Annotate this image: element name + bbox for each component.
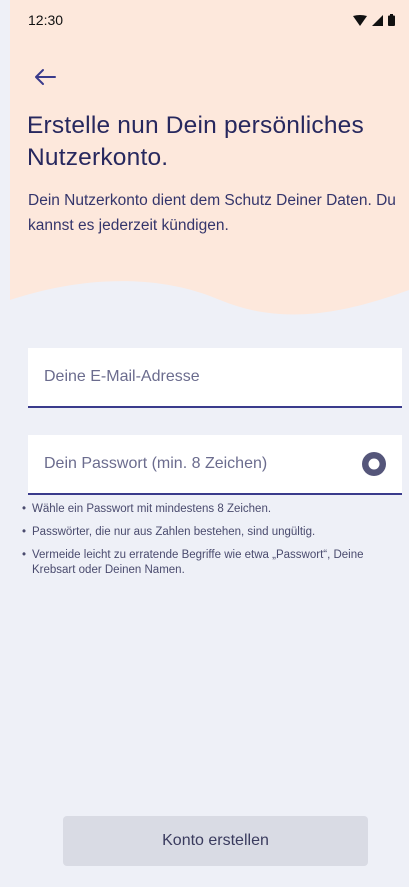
arrow-left-icon bbox=[35, 69, 56, 85]
create-account-button[interactable]: Konto erstellen bbox=[63, 816, 368, 866]
status-time: 12:30 bbox=[28, 12, 64, 28]
page-subtitle: Dein Nutzerkonto dient dem Schutz Deiner… bbox=[28, 192, 396, 234]
password-hints: Wähle ein Passwort mit mindestens 8 Zeic… bbox=[22, 502, 407, 586]
eye-icon bbox=[362, 452, 386, 476]
battery-icon bbox=[388, 14, 395, 26]
password-input[interactable] bbox=[42, 454, 360, 474]
back-button[interactable] bbox=[30, 62, 60, 92]
status-bar: 12:30 bbox=[10, 0, 409, 40]
status-icons bbox=[353, 14, 395, 26]
signal-icon bbox=[372, 14, 383, 26]
show-password-toggle[interactable] bbox=[360, 450, 388, 478]
wifi-icon bbox=[353, 14, 367, 26]
wave-divider bbox=[10, 260, 409, 320]
page-title: Erstelle nun Dein persönliches Nutzerkon… bbox=[27, 112, 364, 171]
hint-item: Wähle ein Passwort mit mindestens 8 Zeic… bbox=[22, 502, 407, 517]
email-input[interactable] bbox=[42, 367, 388, 387]
hint-item: Vermeide leicht zu erratende Begriffe wi… bbox=[22, 548, 407, 578]
hint-item: Passwörter, die nur aus Zahlen bestehen,… bbox=[22, 525, 407, 540]
email-field[interactable] bbox=[28, 348, 402, 408]
password-field[interactable] bbox=[28, 435, 402, 495]
